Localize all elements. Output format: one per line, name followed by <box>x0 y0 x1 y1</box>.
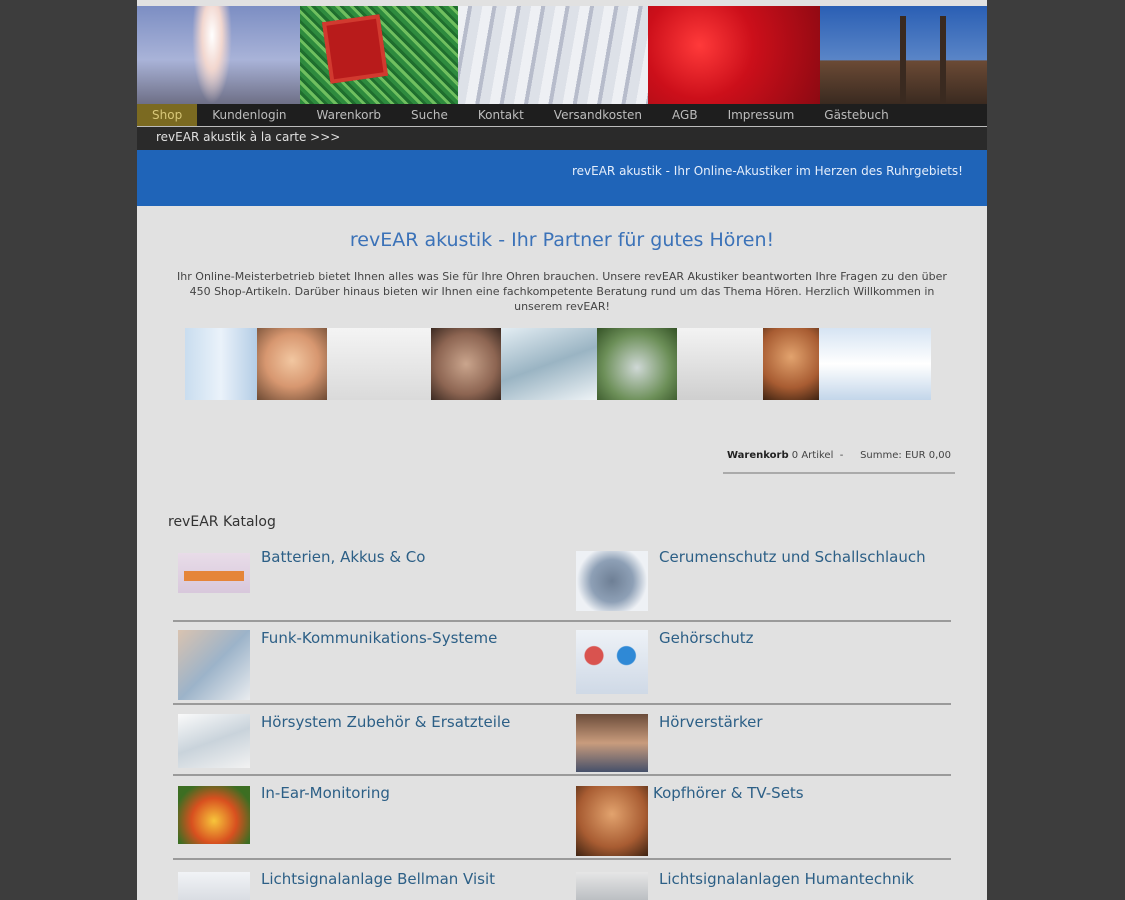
category-thumbnail[interactable] <box>178 630 250 700</box>
category-link[interactable]: Gehörschutz <box>659 629 754 647</box>
category-link[interactable]: In-Ear-Monitoring <box>261 784 390 802</box>
product-image-otoplastics[interactable] <box>185 328 257 400</box>
catalog-title: revEAR Katalog <box>168 514 276 530</box>
catalog-row: In-Ear-Monitoring Kopfhörer & TV-Sets <box>173 774 951 860</box>
category-item[interactable]: Batterien, Akkus & Co <box>173 545 553 620</box>
product-image-hearing-aids[interactable] <box>501 328 597 400</box>
nav-item-agb[interactable]: AGB <box>657 104 713 126</box>
cart-label: Warenkorb <box>727 450 789 461</box>
nav-item-impressum[interactable]: Impressum <box>713 104 810 126</box>
category-thumbnail[interactable] <box>576 630 648 694</box>
product-image-accessories[interactable] <box>819 328 931 400</box>
product-image-remote[interactable] <box>597 328 677 400</box>
nav-item-suche[interactable]: Suche <box>396 104 463 126</box>
catalog-row: Lichtsignalanlage Bellman Visit Lichtsig… <box>173 858 951 900</box>
banner-image-gift <box>300 6 458 104</box>
nav-item-warenkorb[interactable]: Warenkorb <box>302 104 397 126</box>
nav-item-kontakt[interactable]: Kontakt <box>463 104 539 126</box>
category-item[interactable]: Kopfhörer & TV-Sets <box>571 774 951 858</box>
cart-count: 0 Artikel <box>791 450 834 461</box>
product-image-strip <box>185 328 931 400</box>
banner-image-smokestack <box>137 6 300 104</box>
category-link[interactable]: Lichtsignalanlage Bellman Visit <box>261 870 495 888</box>
category-thumbnail[interactable] <box>576 551 648 611</box>
catalog-row: Hörsystem Zubehör & Ersatzteile Hörverst… <box>173 703 951 776</box>
category-item[interactable]: Cerumenschutz und Schallschlauch <box>571 545 951 620</box>
category-item[interactable]: Hörsystem Zubehör & Ersatzteile <box>173 703 553 774</box>
category-thumbnail[interactable] <box>178 872 250 900</box>
category-link[interactable]: Cerumenschutz und Schallschlauch <box>659 548 926 566</box>
tagline-bar: revEAR akustik - Ihr Online-Akustiker im… <box>137 150 987 206</box>
cart-separator: - <box>839 450 844 461</box>
category-link[interactable]: Kopfhörer & TV-Sets <box>653 784 804 802</box>
page-headline: revEAR akustik - Ihr Partner für gutes H… <box>349 229 775 251</box>
nav-item-versandkosten[interactable]: Versandkosten <box>539 104 657 126</box>
cart-sum-value: EUR 0,00 <box>904 450 951 461</box>
catalog-row: Funk-Kommunikations-Systeme Gehörschutz <box>173 620 951 705</box>
nav-item-shop[interactable]: Shop <box>137 104 198 126</box>
category-thumbnail[interactable] <box>576 872 648 900</box>
category-link[interactable]: Lichtsignalanlagen Humantechnik <box>659 870 914 888</box>
category-item[interactable]: Hörverstärker <box>571 703 951 774</box>
category-link[interactable]: Hörverstärker <box>659 713 763 731</box>
category-item[interactable]: Lichtsignalanlagen Humantechnik <box>571 858 951 900</box>
nav-item-kundenlogin[interactable]: Kundenlogin <box>197 104 301 126</box>
category-item[interactable]: Funk-Kommunikations-Systeme <box>173 620 553 703</box>
nav-item-gaestebuch[interactable]: Gästebuch <box>809 104 903 126</box>
tagline-text: revEAR akustik - Ihr Online-Akustiker im… <box>571 164 963 178</box>
intro-text: Ihr Online-Meisterbetrieb bietet Ihnen a… <box>177 270 947 313</box>
category-thumbnail[interactable] <box>178 553 250 593</box>
category-item[interactable]: Lichtsignalanlage Bellman Visit <box>173 858 553 900</box>
product-image-device[interactable] <box>327 328 431 400</box>
category-link[interactable]: Funk-Kommunikations-Systeme <box>261 629 497 647</box>
category-item[interactable]: In-Ear-Monitoring <box>173 774 553 858</box>
main-nav: Shop Kundenlogin Warenkorb Suche Kontakt… <box>137 104 987 126</box>
product-image-ear[interactable] <box>431 328 501 400</box>
banner-image-poinsettia <box>648 6 820 104</box>
cart-sum-label: Summe: <box>860 450 902 461</box>
sub-nav: revEAR akustik à la carte >>> <box>137 126 987 150</box>
banner-image-snow-tracks <box>458 6 648 104</box>
category-thumbnail[interactable] <box>178 714 250 768</box>
a-la-carte-link[interactable]: revEAR akustik à la carte >>> <box>156 130 340 144</box>
category-thumbnail[interactable] <box>576 786 648 856</box>
category-thumbnail[interactable] <box>576 714 648 772</box>
category-thumbnail[interactable] <box>178 786 250 844</box>
category-link[interactable]: Hörsystem Zubehör & Ersatzteile <box>261 713 510 731</box>
product-image-man-headphones[interactable] <box>763 328 819 400</box>
page-container: Shop Kundenlogin Warenkorb Suche Kontakt… <box>137 0 987 900</box>
category-link[interactable]: Batterien, Akkus & Co <box>261 548 425 566</box>
product-image-woman-phone[interactable] <box>257 328 327 400</box>
banner-image-mine-tower <box>820 6 987 104</box>
catalog-row: Batterien, Akkus & Co Cerumenschutz und … <box>173 545 951 622</box>
cart-summary[interactable]: Warenkorb 0 Artikel - Summe: EUR 0,00 <box>723 446 955 474</box>
product-image-stethoscope[interactable] <box>677 328 763 400</box>
category-item[interactable]: Gehörschutz <box>571 620 951 703</box>
header-banner <box>137 6 987 104</box>
